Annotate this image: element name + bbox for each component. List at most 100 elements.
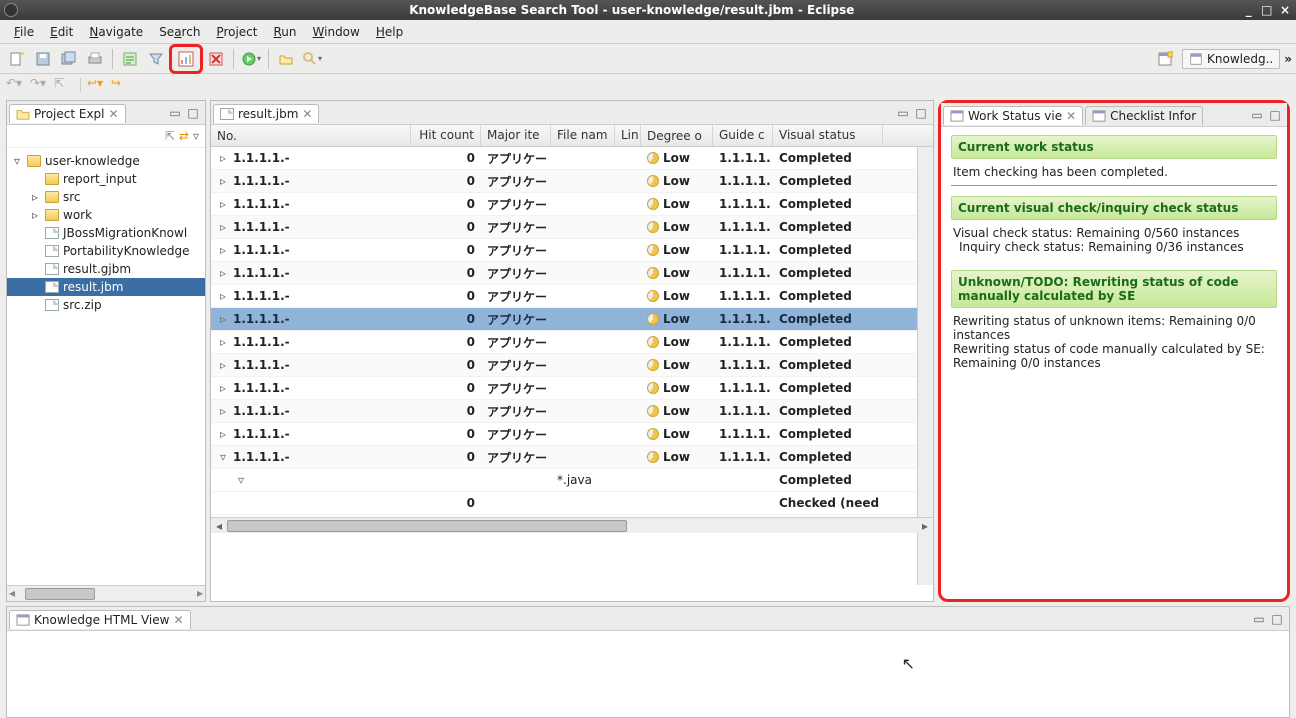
scroll-left-icon[interactable]: ◂ — [211, 519, 227, 533]
maximize-editor-button[interactable]: □ — [913, 105, 929, 121]
search-button[interactable]: ▾ — [301, 48, 323, 70]
table-row[interactable]: ▹1.1.1.1.-0アプリケーLow1.1.1.1.Completed — [211, 354, 933, 377]
delete-report-button[interactable] — [205, 48, 227, 70]
table-row[interactable]: ▹1.1.1.1.-0アプリケーLow1.1.1.1.Completed — [211, 285, 933, 308]
table-row[interactable]: ▿1.1.1.1.-0アプリケーLow1.1.1.1.Completed — [211, 446, 933, 469]
col-no[interactable]: No. — [211, 125, 411, 146]
col-degree[interactable]: Degree o — [641, 125, 713, 146]
expand-icon[interactable]: ▹ — [29, 208, 41, 222]
expand-icon[interactable]: ▹ — [217, 266, 229, 280]
expand-icon[interactable]: ▿ — [217, 450, 229, 464]
table-row[interactable]: ▹1.1.1.1.-0アプリケーLow1.1.1.1.Completed — [211, 377, 933, 400]
save-button[interactable] — [32, 48, 54, 70]
maximize-view-button[interactable]: □ — [1267, 107, 1283, 123]
table-body[interactable]: ▹1.1.1.1.-0アプリケーLow1.1.1.1.Completed▹1.1… — [211, 147, 933, 517]
table-row[interactable]: ▹1.1.1.1.-0アプリケーLow1.1.1.1.Completed — [211, 262, 933, 285]
table-row[interactable]: ▿*.javaCompleted — [211, 469, 933, 492]
maximize-view-button[interactable]: □ — [1269, 611, 1285, 627]
menu-project[interactable]: Project — [208, 23, 265, 41]
tree-item[interactable]: result.gjbm — [7, 260, 205, 278]
expand-icon[interactable]: ▹ — [217, 381, 229, 395]
checklist-tab[interactable]: Checklist Infor — [1085, 106, 1203, 125]
menu-navigate[interactable]: Navigate — [81, 23, 151, 41]
view-menu-icon[interactable]: ▿ — [193, 129, 199, 143]
table-row[interactable]: ▹1.1.1.1.-0アプリケーLow1.1.1.1.Completed — [211, 216, 933, 239]
nav-next-button[interactable]: ↪ — [111, 76, 131, 94]
menu-window[interactable]: Window — [305, 23, 368, 41]
progress-report-button[interactable] — [175, 48, 197, 70]
col-guide[interactable]: Guide c — [713, 125, 773, 146]
col-lin[interactable]: Lin — [615, 125, 641, 146]
table-row[interactable]: ▹1.1.1.1.-0アプリケーLow1.1.1.1.Completed — [211, 147, 933, 170]
close-icon[interactable]: ✕ — [302, 107, 312, 121]
expand-icon[interactable]: ▹ — [217, 427, 229, 441]
perspective-overflow[interactable]: » — [1284, 52, 1292, 66]
expand-icon[interactable]: ▹ — [217, 404, 229, 418]
horizontal-scrollbar[interactable]: ◂ ▸ — [7, 585, 205, 601]
scroll-right-icon[interactable]: ▸ — [917, 519, 933, 533]
expand-icon[interactable]: ▹ — [29, 190, 41, 204]
expand-icon[interactable]: ▹ — [217, 312, 229, 326]
menu-file[interactable]: File — [6, 23, 42, 41]
close-icon[interactable]: ✕ — [109, 107, 119, 121]
expand-icon[interactable]: ▹ — [217, 174, 229, 188]
open-perspective-button[interactable] — [1154, 48, 1176, 70]
table-row[interactable]: ▹1.1.1.1.-0アプリケーLow1.1.1.1.Completed — [211, 193, 933, 216]
maximize-button[interactable]: □ — [1260, 3, 1274, 17]
close-icon[interactable]: ✕ — [173, 613, 183, 627]
tree-item[interactable]: ▹work — [7, 206, 205, 224]
minimize-view-button[interactable]: ▭ — [1249, 107, 1265, 123]
nav-last-button[interactable]: ↩▾ — [87, 76, 107, 94]
table-row[interactable]: ▹1.1.1.1.-0アプリケーLow1.1.1.1.Completed — [211, 331, 933, 354]
work-status-tab[interactable]: Work Status vie ✕ — [943, 106, 1083, 125]
nav-forward-button[interactable]: ↷▾ — [30, 76, 50, 94]
link-editor-icon[interactable]: ⇄ — [179, 129, 189, 143]
col-visual[interactable]: Visual status — [773, 125, 883, 146]
minimize-view-button[interactable]: ▭ — [1251, 611, 1267, 627]
maximize-view-button[interactable]: □ — [185, 105, 201, 121]
project-explorer-tab[interactable]: Project Expl ✕ — [9, 104, 126, 123]
menu-help[interactable]: Help — [368, 23, 411, 41]
close-icon[interactable]: ✕ — [1066, 109, 1076, 123]
expand-icon[interactable]: ▹ — [217, 151, 229, 165]
filter-button[interactable] — [145, 48, 167, 70]
expand-icon[interactable]: ▿ — [11, 154, 23, 168]
save-all-button[interactable] — [58, 48, 80, 70]
editor-tab-result[interactable]: result.jbm ✕ — [213, 104, 319, 123]
col-major[interactable]: Major ite — [481, 125, 551, 146]
close-window-button[interactable]: × — [1278, 3, 1292, 17]
expand-icon[interactable]: ▹ — [217, 289, 229, 303]
table-row[interactable]: ▹1.1.1.1.-0アプリケーLow1.1.1.1.Completed — [211, 308, 933, 331]
new-button[interactable] — [6, 48, 28, 70]
table-row[interactable]: ▹1.1.1.1.-0アプリケーLow1.1.1.1.Completed — [211, 239, 933, 262]
project-tree[interactable]: ▿user-knowledgereport_input▹src▹workJBos… — [7, 148, 205, 585]
menu-edit[interactable]: Edit — [42, 23, 81, 41]
table-row[interactable]: ▹1.1.1.1.-0アプリケーLow1.1.1.1.Completed — [211, 423, 933, 446]
horizontal-scrollbar[interactable]: ◂ ▸ — [211, 517, 933, 533]
expand-icon[interactable]: ▹ — [217, 220, 229, 234]
expand-icon[interactable]: ▹ — [217, 335, 229, 349]
report-button[interactable] — [119, 48, 141, 70]
table-header[interactable]: No. Hit count Major ite File nam Lin Deg… — [211, 125, 933, 147]
minimize-button[interactable]: _ — [1242, 3, 1256, 17]
minimize-editor-button[interactable]: ▭ — [895, 105, 911, 121]
expand-icon[interactable]: ▹ — [217, 243, 229, 257]
menu-search[interactable]: Search — [151, 23, 208, 41]
tree-item[interactable]: PortabilityKnowledge — [7, 242, 205, 260]
nav-up-button[interactable]: ⇱ — [54, 76, 74, 94]
tree-item[interactable]: report_input — [7, 170, 205, 188]
tree-item[interactable]: JBossMigrationKnowl — [7, 224, 205, 242]
expand-icon[interactable]: ▹ — [217, 197, 229, 211]
menu-run[interactable]: Run — [265, 23, 304, 41]
tree-item[interactable]: src.zip — [7, 296, 205, 314]
table-row[interactable]: ▹1.1.1.1.-0アプリケーLow1.1.1.1.Completed — [211, 170, 933, 193]
nav-back-button[interactable]: ↶▾ — [6, 76, 26, 94]
col-hit[interactable]: Hit count — [411, 125, 481, 146]
tree-item[interactable]: ▹src — [7, 188, 205, 206]
tree-item[interactable]: result.jbm — [7, 278, 205, 296]
knowledge-html-tab[interactable]: Knowledge HTML View ✕ — [9, 610, 191, 629]
minimize-view-button[interactable]: ▭ — [167, 105, 183, 121]
print-button[interactable] — [84, 48, 106, 70]
col-file[interactable]: File nam — [551, 125, 615, 146]
tree-item[interactable]: ▿user-knowledge — [7, 152, 205, 170]
